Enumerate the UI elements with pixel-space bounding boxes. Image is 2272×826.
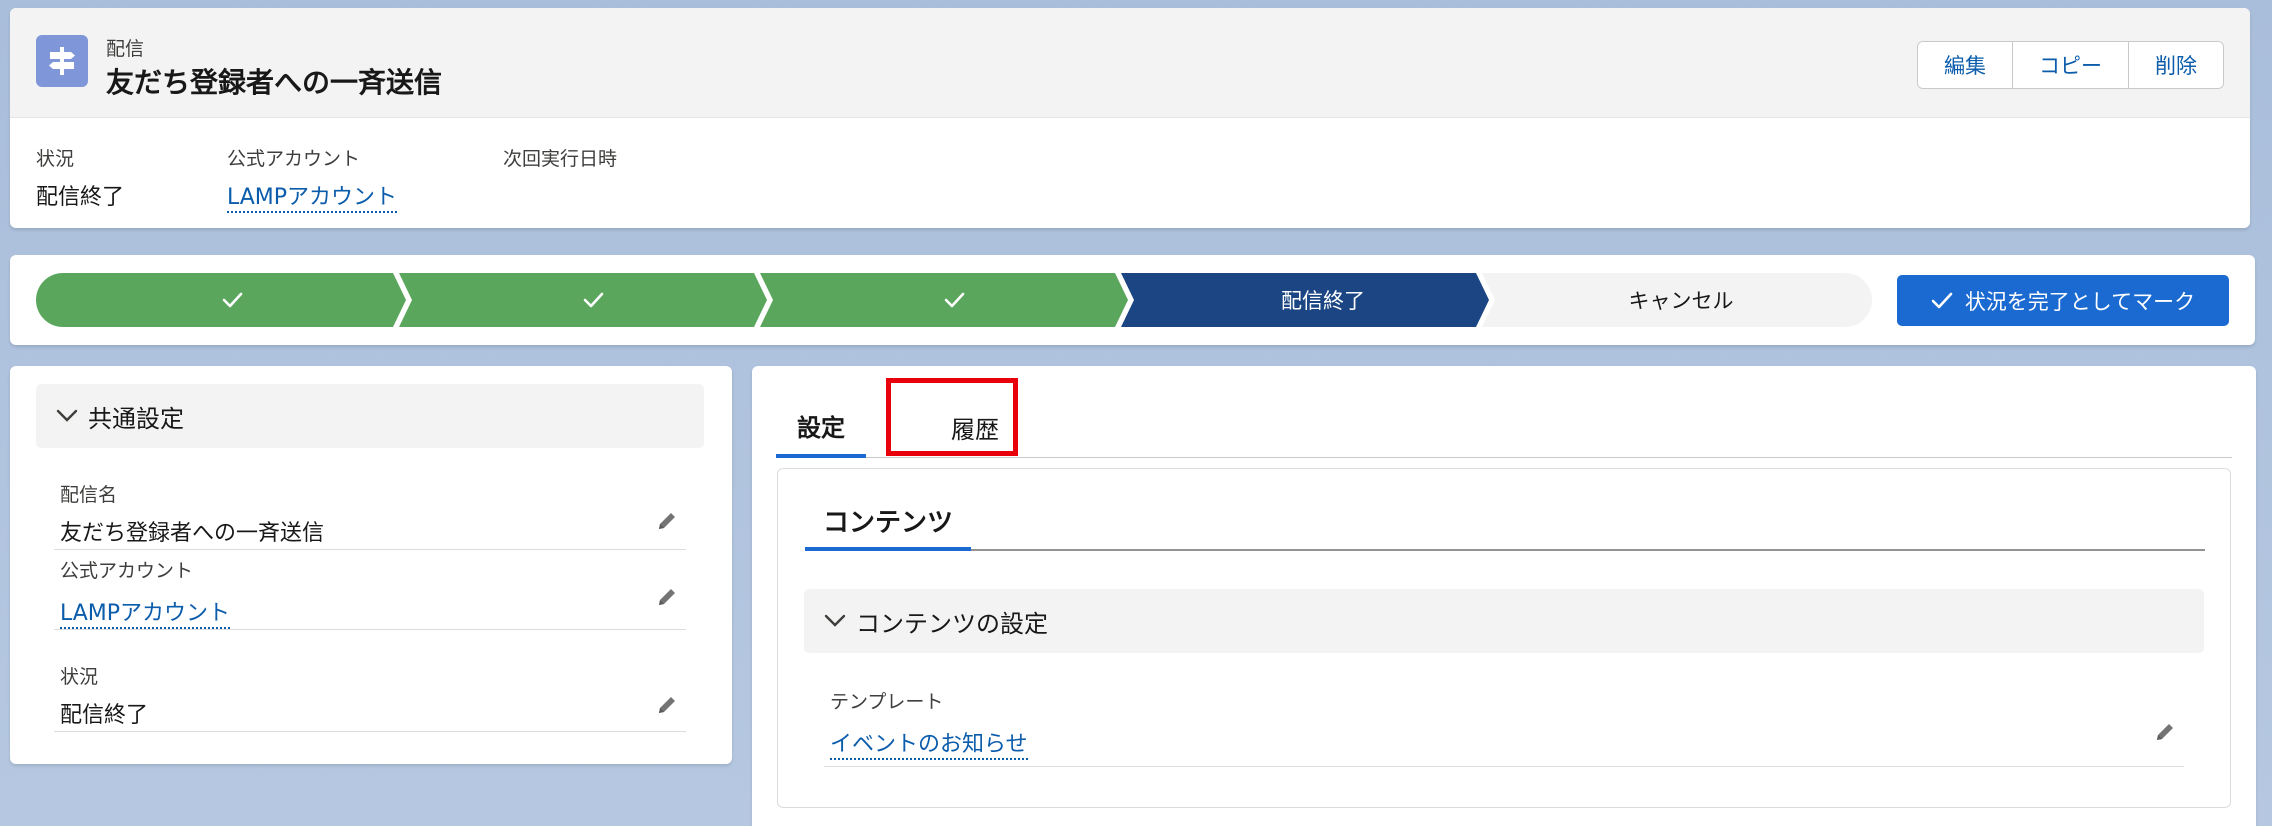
field-status-value: 配信終了	[60, 703, 149, 728]
field-status-label: 状況	[60, 666, 99, 688]
object-type-label: 配信	[106, 38, 145, 60]
path-step-2[interactable]	[399, 273, 767, 327]
path-step-3[interactable]	[760, 273, 1128, 327]
path-steps: 配信終了 キャンセル	[36, 273, 1872, 327]
copy-button[interactable]: コピー	[2013, 42, 2129, 88]
pencil-icon[interactable]	[656, 510, 678, 532]
detail-tabset: 設定 履歴	[776, 396, 2232, 458]
highlight-account-link[interactable]: LAMPアカウント	[227, 185, 398, 213]
contents-card: コンテンツ コンテンツの設定 テンプレート イベントのお知らせ	[777, 468, 2231, 808]
tab-history[interactable]: 履歴	[914, 396, 1036, 458]
contents-settings-section-header[interactable]: コンテンツの設定	[804, 589, 2204, 653]
record-header: 配信 友だち登録者への一斉送信 編集 コピー 削除 状況 配信終了 公式アカウン…	[10, 8, 2250, 228]
chevron-down-icon	[56, 409, 78, 423]
pencil-icon[interactable]	[656, 694, 678, 716]
detail-tabs-card: 設定 履歴 コンテンツ コンテンツの設定 テンプレート イベントのお知らせ	[752, 366, 2256, 826]
common-settings-section-header[interactable]: 共通設定	[36, 384, 704, 448]
contents-tabset: コンテンツ	[805, 493, 2205, 551]
header-button-group: 編集 コピー 削除	[1917, 41, 2224, 89]
field-template: テンプレート イベントのお知らせ	[824, 687, 2184, 767]
highlight-next-run-label: 次回実行日時	[503, 148, 618, 170]
field-official-account-link[interactable]: LAMPアカウント	[60, 601, 231, 629]
contents-settings-title: コンテンツの設定	[856, 609, 1048, 638]
pencil-icon[interactable]	[656, 586, 678, 608]
highlight-status-value: 配信終了	[36, 185, 125, 210]
record-header-top: 配信 友だち登録者への一斉送信 編集 コピー 削除	[10, 8, 2250, 118]
field-delivery-name: 配信名 友だち登録者への一斉送信	[54, 480, 686, 550]
pencil-icon[interactable]	[2154, 721, 2176, 743]
common-settings-title: 共通設定	[88, 404, 184, 433]
highlights-panel: 状況 配信終了 公式アカウント LAMPアカウント 次回実行日時	[36, 144, 617, 213]
field-official-account-label: 公式アカウント	[60, 560, 194, 582]
highlight-next-run: 次回実行日時	[503, 144, 617, 211]
tab-settings[interactable]: 設定	[776, 396, 866, 458]
field-template-label: テンプレート	[830, 691, 944, 713]
field-template-link[interactable]: イベントのお知らせ	[830, 732, 1028, 760]
signpost-icon	[36, 35, 88, 87]
path-step-1[interactable]	[36, 273, 406, 327]
tab-contents[interactable]: コンテンツ	[805, 493, 971, 551]
highlight-status-label: 状況	[36, 148, 75, 170]
field-delivery-name-label: 配信名	[60, 484, 118, 506]
mark-status-complete-button[interactable]: 状況を完了としてマーク	[1897, 275, 2229, 326]
checkmark-icon	[1931, 292, 1953, 308]
field-official-account: 公式アカウント LAMPアカウント	[54, 556, 686, 630]
delete-button[interactable]: 削除	[2129, 42, 2223, 88]
highlight-status: 状況 配信終了	[36, 144, 227, 211]
record-title: 友だち登録者への一斉送信	[106, 66, 443, 99]
field-delivery-name-value: 友だち登録者への一斉送信	[60, 521, 325, 546]
common-settings-card: 共通設定 配信名 友だち登録者への一斉送信 公式アカウント LAMPアカウント …	[10, 366, 732, 764]
highlight-account-label: 公式アカウント	[227, 148, 361, 170]
path-step-cancel-label: キャンセル	[1629, 289, 1734, 313]
field-status: 状況 配信終了	[54, 662, 686, 732]
highlight-account: 公式アカウント LAMPアカウント	[227, 144, 503, 213]
chevron-down-icon	[824, 614, 846, 628]
status-path: 配信終了 キャンセル 状況を完了としてマーク	[10, 255, 2255, 345]
mark-status-complete-label: 状況を完了としてマーク	[1964, 289, 2196, 314]
edit-button[interactable]: 編集	[1918, 42, 2013, 88]
path-step-current-label: 配信終了	[1281, 289, 1365, 313]
